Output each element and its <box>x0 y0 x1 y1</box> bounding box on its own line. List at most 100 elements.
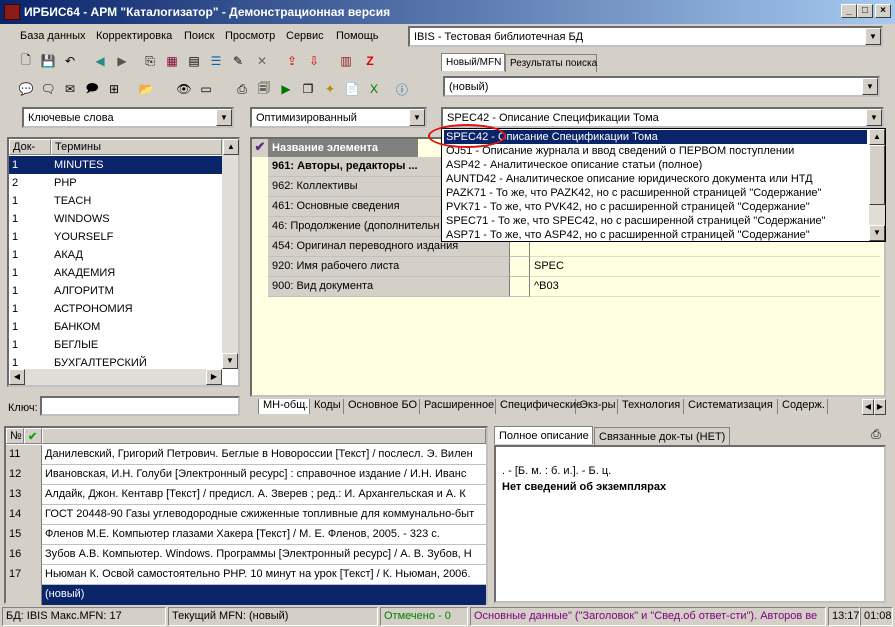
pages-icon[interactable]: ❐ <box>298 79 318 99</box>
col-title-header[interactable] <box>42 428 486 444</box>
scroll-right-icon[interactable]: ▶ <box>206 369 222 385</box>
dictionary-row[interactable]: 1 TEACH <box>9 192 222 210</box>
copy-icon[interactable]: ⎘ <box>140 51 160 71</box>
editor-tab[interactable]: Технология <box>618 399 684 414</box>
menu-service[interactable]: Сервис <box>286 30 324 42</box>
col-terms-header[interactable]: Термины <box>51 139 222 155</box>
save-icon[interactable]: 💾 <box>38 51 58 71</box>
dictionary-hscroll[interactable]: ◀ ▶ <box>9 369 222 385</box>
worksheet-option[interactable]: OJ51 - Описание журнала и ввод сведений … <box>444 144 867 158</box>
col-docs-header[interactable]: Док-ов <box>9 139 51 165</box>
printer-icon[interactable]: ⎙ <box>232 79 252 99</box>
window-icon[interactable]: ▭ <box>196 79 216 99</box>
table-icon[interactable]: ▦ <box>162 51 182 71</box>
check-col-icon[interactable]: ✔ <box>24 428 42 444</box>
chevron-down-icon[interactable]: ▼ <box>409 109 425 126</box>
dropdown-scroll-thumb[interactable] <box>869 145 885 205</box>
new-doc-icon[interactable]: 🗋 <box>16 51 36 71</box>
run-icon[interactable]: ▶ <box>276 79 296 99</box>
worksheet-option[interactable]: AUNTD42 - Аналитическое описание юридиче… <box>444 172 867 186</box>
tab-scroll-right-icon[interactable]: ▶ <box>874 399 886 415</box>
col-no-header[interactable]: № <box>6 428 24 444</box>
chevron-down-icon[interactable]: ▼ <box>862 78 878 95</box>
print-preview-icon[interactable]: 🗐 <box>254 79 274 99</box>
record-row[interactable]: 17 Ньюман К. Освой самостоятельно PHP. 10… <box>6 565 486 585</box>
editor-tab[interactable]: Систематизация <box>684 399 778 414</box>
delete-icon[interactable]: ✕ <box>252 51 272 71</box>
dictionary-vscroll[interactable]: ▼ <box>222 139 238 369</box>
record-row[interactable]: 14 ГОСТ 20448-90 Газы углеводородные сжиж… <box>6 505 486 525</box>
message-icon[interactable]: 🗩 <box>82 79 102 99</box>
editor-tab[interactable]: Основное БО <box>344 399 420 414</box>
chevron-down-icon[interactable]: ▼ <box>865 28 881 45</box>
worksheet-option[interactable]: SPEC42 - Описание Спецификации Тома <box>444 130 867 144</box>
record-row[interactable]: 15 Фленов М.Е. Компьютер глазами Хакера [… <box>6 525 486 545</box>
worksheet-option[interactable]: PAZK71 - То же, что PAZK42, но с расшире… <box>444 186 867 200</box>
editor-tab[interactable]: МН-общ. <box>258 399 310 414</box>
mode-combo[interactable]: Оптимизированный ▼ <box>250 107 427 128</box>
record-row[interactable]: (новый) <box>6 585 486 605</box>
menu-search[interactable]: Поиск <box>184 30 214 42</box>
forward-arrow-icon[interactable]: ▶ <box>112 51 132 71</box>
record-row[interactable]: 12 Ивановская, И.Н. Голуби [Электронный р… <box>6 465 486 485</box>
minimize-button[interactable]: _ <box>841 4 857 18</box>
chevron-down-icon[interactable]: ▼ <box>216 109 232 126</box>
close-button[interactable]: × <box>875 4 891 18</box>
scroll-down-icon[interactable]: ▼ <box>869 225 885 241</box>
scroll-up-icon[interactable]: ▲ <box>223 139 239 155</box>
back-arrow-icon[interactable]: ◀ <box>90 51 110 71</box>
barcode-icon[interactable]: ▥ <box>336 51 356 71</box>
comment-icon[interactable]: 💬 <box>16 79 36 99</box>
field-value[interactable]: SPEC <box>530 257 880 277</box>
editor-tab[interactable]: Экз-ры <box>576 399 618 414</box>
field-name[interactable]: 920: Имя рабочего листа <box>268 257 510 277</box>
printer-icon[interactable]: ⎙ <box>866 424 886 444</box>
menu-database[interactable]: База данных <box>20 30 86 42</box>
scroll-down-icon[interactable]: ▼ <box>222 353 238 369</box>
field-button[interactable] <box>510 277 530 297</box>
dictionary-row[interactable]: 1 WINDOWS <box>9 210 222 228</box>
dictionary-row[interactable]: 1 АКАД <box>9 246 222 264</box>
field-name[interactable]: 900: Вид документа <box>268 277 510 297</box>
field-value[interactable]: ^B03 <box>530 277 880 297</box>
list-icon[interactable]: ☰ <box>206 51 226 71</box>
z3950-icon[interactable]: Z <box>360 51 380 71</box>
record-row[interactable]: 13 Алдайк, Джон. Кентавр [Текст] / предис… <box>6 485 486 505</box>
dictionary-row[interactable]: 1 АЛГОРИТМ <box>9 282 222 300</box>
menu-edit[interactable]: Корректировка <box>96 30 172 42</box>
chevron-down-icon[interactable]: ▼ <box>866 109 882 126</box>
document-icon[interactable]: 📄 <box>342 79 362 99</box>
info-icon[interactable]: ⓘ <box>392 79 412 99</box>
mail-icon[interactable]: ✉ <box>60 79 80 99</box>
import-icon[interactable]: ⇩ <box>304 51 324 71</box>
record-row[interactable]: 11 Данилевский, Григорий Петрович. Беглые… <box>6 445 486 465</box>
dictionary-row[interactable]: 1 АКАДЕМИЯ <box>9 264 222 282</box>
menu-help[interactable]: Помощь <box>336 30 379 42</box>
key-input[interactable] <box>40 396 240 416</box>
editor-tab[interactable]: Содерж. <box>778 399 828 414</box>
export-icon[interactable]: ⇪ <box>282 51 302 71</box>
print-form-icon[interactable]: ▤ <box>184 51 204 71</box>
menu-view[interactable]: Просмотр <box>225 30 275 42</box>
scroll-left-icon[interactable]: ◀ <box>9 369 25 385</box>
tab-new-mfn[interactable]: Новый/MFN <box>441 53 505 71</box>
tree-icon[interactable]: ⊞ <box>104 79 124 99</box>
worksheet-option[interactable]: ASP42 - Аналитическое описание статьи (п… <box>444 158 867 172</box>
undo-icon[interactable]: ↶ <box>60 51 80 71</box>
worksheet-option[interactable]: SPEC71 - То же, что SPEC42, но с расшире… <box>444 214 867 228</box>
worksheet-option[interactable]: ASP71 - То же, что ASP42, но с расширенн… <box>444 228 867 242</box>
dictionary-row[interactable]: 1 БАНКОМ <box>9 318 222 336</box>
view-icon[interactable]: 👁 <box>174 79 194 99</box>
tab-scroll-left-icon[interactable]: ◀ <box>862 399 874 415</box>
maximize-button[interactable]: □ <box>857 4 873 18</box>
scroll-up-icon[interactable]: ▲ <box>869 129 885 145</box>
dropdown-vscroll[interactable]: ▲ ▼ <box>869 129 885 241</box>
record-row[interactable]: 16 Зубов А.В. Компьютер. Windows. Програм… <box>6 545 486 565</box>
tab-full-description[interactable]: Полное описание <box>494 426 593 444</box>
worksheet-option[interactable]: PVK71 - То же, что PVK42, но с расширенн… <box>444 200 867 214</box>
dictionary-combo[interactable]: Ключевые слова ▼ <box>22 107 234 128</box>
chat-icon[interactable]: 🗨 <box>38 79 58 99</box>
dictionary-row[interactable]: 1 АСТРОНОМИЯ <box>9 300 222 318</box>
edit-icon[interactable]: ✎ <box>228 51 248 71</box>
editor-tab[interactable]: Расширенное <box>420 399 496 414</box>
